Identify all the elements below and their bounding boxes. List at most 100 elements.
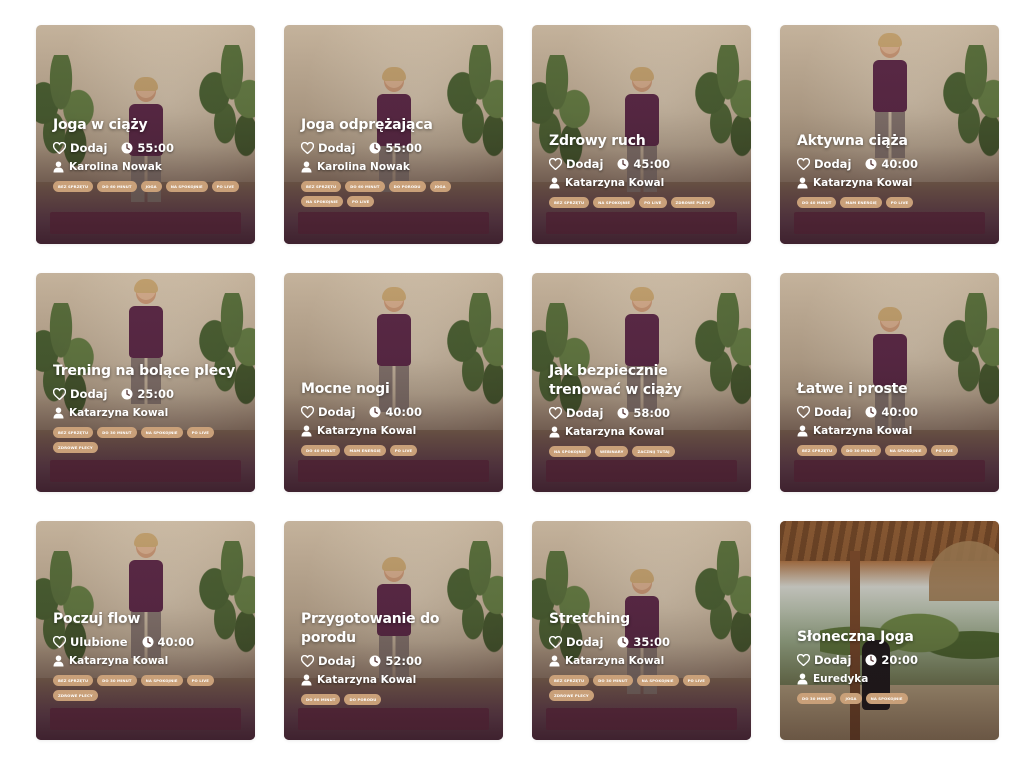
tag-chip[interactable]: DO 30 MINUT [97,427,137,438]
card-title[interactable]: Jak bezpiecznie trenować w ciąży [549,362,739,400]
tag-chip[interactable]: BEZ SPRZĘTU [549,675,590,686]
favorite-label[interactable]: Dodaj [814,405,851,419]
tag-chip[interactable]: DO PORODU [388,181,426,192]
card-title[interactable]: Stretching [549,610,739,629]
tag-chip[interactable]: BEZ SPRZĘTU [53,181,94,192]
tag-chip[interactable]: DO 60 MINUT [97,181,137,192]
tag-chip[interactable]: BEZ SPRZĘTU [53,427,94,438]
favorite-button[interactable]: Dodaj [301,405,355,419]
tag-chip[interactable]: DO 60 MINUT [345,181,385,192]
favorite-label[interactable]: Dodaj [566,157,603,171]
tag-chip[interactable]: PO LIVE [639,197,667,208]
heart-icon[interactable] [53,388,66,400]
tag-chip[interactable]: JOGA [140,181,162,192]
tag-chip[interactable]: ZDROWE PLECY [53,442,98,453]
workout-card[interactable]: Słoneczna Joga Dodaj 20:00 Euredyka DO 30 MI… [780,521,999,740]
tag-chip[interactable]: DO 60 MINUT [301,694,341,705]
card-title[interactable]: Joga w ciąży [53,116,243,135]
workout-card[interactable]: Mocne nogi Dodaj 40:00 Katarzyna Kowal DO 40… [284,273,503,492]
tag-chip[interactable]: DO 30 MINUT [97,675,137,686]
card-title[interactable]: Aktywna ciąża [797,132,987,151]
tag-chip[interactable]: NA SPOKOJNIE [165,181,208,192]
tag-chip[interactable]: BEZ SPRZĘTU [797,445,838,456]
tag-chip[interactable]: WEBINARY [594,446,629,457]
favorite-label[interactable]: Dodaj [566,406,603,420]
tag-chip[interactable]: PO LIVE [389,445,418,456]
favorite-button[interactable]: Dodaj [301,141,355,155]
favorite-label[interactable]: Dodaj [318,405,355,419]
card-title[interactable]: Słoneczna Joga [797,628,987,647]
tag-chip[interactable]: MAM ENERGIĘ [344,445,386,456]
tag-chip[interactable]: ZDROWE PLECY [670,197,716,208]
tag-chip[interactable]: NA SPOKOJNIE [884,445,927,456]
tag-chip[interactable]: NA SPOKOJNIE [549,446,591,457]
tag-chip[interactable]: NA SPOKOJNIE [593,197,636,208]
tag-chip[interactable]: PO LIVE [682,675,710,686]
heart-icon[interactable] [301,142,314,154]
workout-card[interactable]: Aktywna ciąża Dodaj 40:00 Katarzyna Kowal DO… [780,25,999,244]
favorite-button[interactable]: Ulubione [53,635,128,649]
favorite-label[interactable]: Dodaj [318,654,355,668]
workout-card[interactable]: Stretching Dodaj 35:00 Katarzyna Kowal BEZ S… [532,521,751,740]
card-title[interactable]: Trening na bolące plecy [53,362,243,381]
heart-icon[interactable] [797,406,810,418]
workout-card[interactable]: Joga w ciąży Dodaj 55:00 Karolina Nowak BEZ … [36,25,255,244]
card-title[interactable]: Joga odprężająca [301,116,491,135]
tag-chip[interactable]: BEZ SPRZĘTU [53,675,94,686]
heart-icon[interactable] [53,142,66,154]
tag-chip[interactable]: PO LIVE [211,181,240,192]
tag-chip[interactable]: NA SPOKOJNIE [865,693,908,704]
heart-icon[interactable] [797,158,810,170]
card-title[interactable]: Mocne nogi [301,380,491,399]
favorite-label[interactable]: Dodaj [70,141,107,155]
favorite-label[interactable]: Dodaj [70,387,107,401]
card-title[interactable]: Łatwe i proste [797,380,987,399]
tag-chip[interactable]: MAM ENERGIĘ [840,197,882,208]
favorite-button[interactable]: Dodaj [797,157,851,171]
card-title[interactable]: Zdrowy ruch [549,132,739,151]
tag-chip[interactable]: JOGA [429,181,451,192]
tag-chip[interactable]: PO LIVE [186,427,214,438]
tag-chip[interactable]: DO 30 MINUT [841,445,881,456]
tag-chip[interactable]: DO 30 MINUT [797,693,837,704]
tag-chip[interactable]: BEZ SPRZĘTU [301,181,342,192]
workout-card[interactable]: Trening na bolące plecy Dodaj 25:00 Katarzy… [36,273,255,492]
tag-chip[interactable]: NA SPOKOJNIE [636,675,679,686]
tag-chip[interactable]: NA SPOKOJNIE [140,675,183,686]
tag-chip[interactable]: JOGA [840,693,862,704]
workout-card[interactable]: Poczuj flow Ulubione 40:00 Katarzyna Kowal B… [36,521,255,740]
heart-icon[interactable] [549,407,562,419]
tag-chip[interactable]: PO LIVE [885,197,914,208]
heart-icon[interactable] [301,655,314,667]
tag-chip[interactable]: PO LIVE [346,196,375,207]
favorite-button[interactable]: Dodaj [301,654,355,668]
tag-chip[interactable]: PO LIVE [930,445,958,456]
heart-icon[interactable] [797,654,810,666]
favorite-label[interactable]: Dodaj [566,635,603,649]
favorite-label[interactable]: Dodaj [318,141,355,155]
tag-chip[interactable]: DO 40 MINUT [301,445,341,456]
workout-card[interactable]: Łatwe i proste Dodaj 40:00 Katarzyna Kowal B… [780,273,999,492]
workout-card[interactable]: Joga odprężająca Dodaj 55:00 Karolina Nowak… [284,25,503,244]
workout-card[interactable]: Zdrowy ruch Dodaj 45:00 Katarzyna Kowal BEZ … [532,25,751,244]
card-title[interactable]: Przygotowanie do porodu [301,610,491,648]
tag-chip[interactable]: DO 30 MINUT [593,675,633,686]
favorite-button[interactable]: Dodaj [549,635,603,649]
tag-chip[interactable]: ZACZNIJ TUTAJ [632,446,675,457]
favorite-button[interactable]: Dodaj [549,406,603,420]
heart-icon[interactable] [301,406,314,418]
tag-chip[interactable]: NA SPOKOJNIE [140,427,183,438]
tag-chip[interactable]: NA SPOKOJNIE [301,196,343,207]
tag-chip[interactable]: BEZ SPRZĘTU [549,197,590,208]
heart-icon[interactable] [549,636,562,648]
card-title[interactable]: Poczuj flow [53,610,243,629]
heart-icon[interactable] [549,158,562,170]
favorite-button[interactable]: Dodaj [549,157,603,171]
tag-chip[interactable]: PO LIVE [186,675,214,686]
heart-icon[interactable] [53,636,66,648]
tag-chip[interactable]: DO PORODU [344,694,382,705]
tag-chip[interactable]: ZDROWE PLECY [53,690,98,701]
tag-chip[interactable]: DO 40 MINUT [797,197,837,208]
favorite-button[interactable]: Dodaj [53,387,107,401]
favorite-label[interactable]: Dodaj [814,653,851,667]
